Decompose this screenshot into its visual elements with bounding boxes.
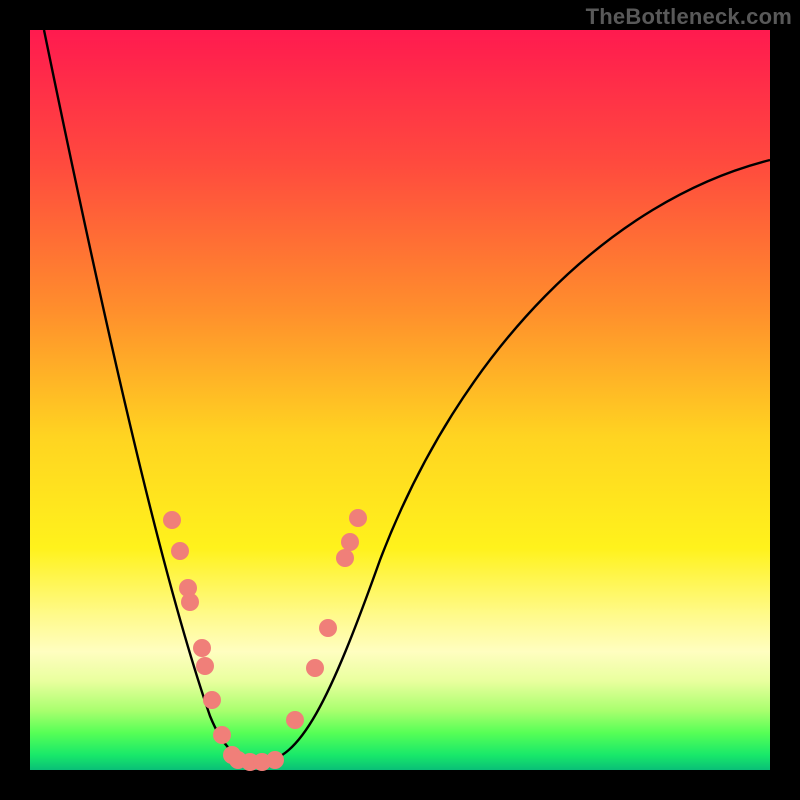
plot-area (30, 30, 770, 770)
watermark-text: TheBottleneck.com (586, 4, 792, 30)
